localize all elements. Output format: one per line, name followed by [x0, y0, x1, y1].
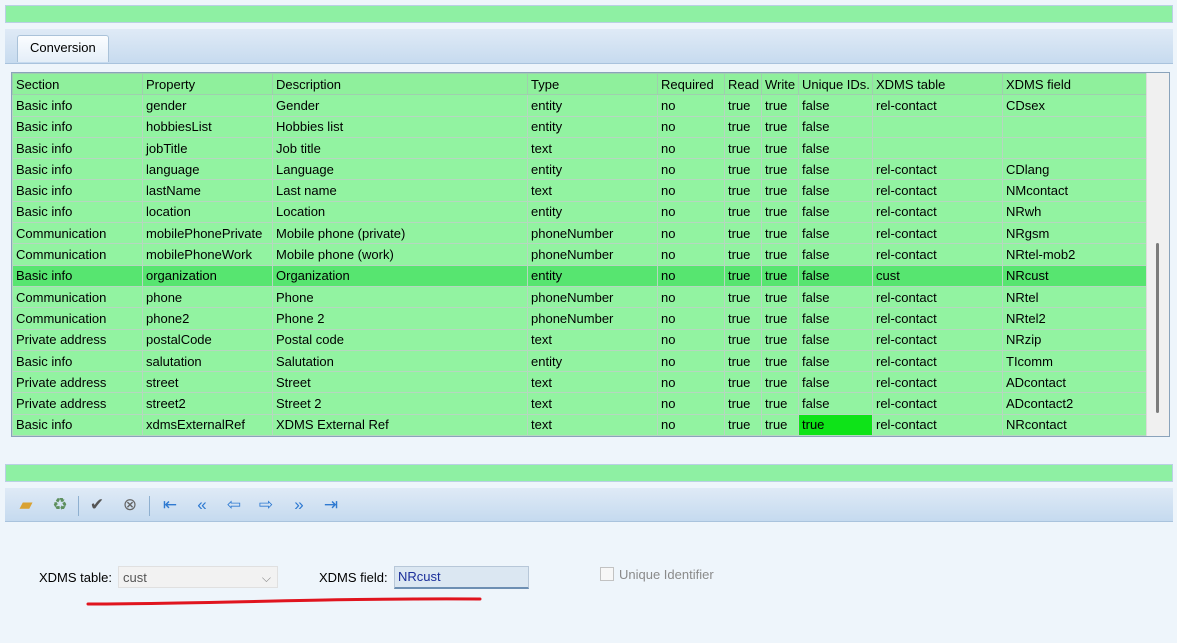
annotation-underline — [86, 597, 482, 606]
